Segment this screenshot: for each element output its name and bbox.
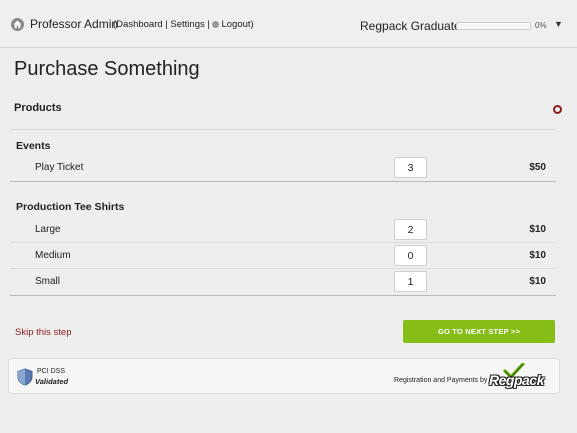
separator: | [204, 19, 213, 30]
quantity-input[interactable] [394, 271, 427, 292]
row-divider [10, 268, 556, 269]
product-price: $10 [529, 224, 546, 235]
progress-text: 0% [535, 21, 547, 30]
product-label: Medium [35, 250, 71, 261]
product-label: Play Ticket [35, 162, 84, 173]
pci-label: PCI DSS [37, 368, 66, 375]
section-divider [10, 295, 556, 296]
product-price: $50 [529, 162, 546, 173]
page-title: Purchase Something [14, 58, 200, 80]
status-circle-icon [553, 105, 562, 114]
chevron-down-icon[interactable]: ▼ [554, 19, 563, 29]
product-row-small: Small $10 [10, 270, 556, 296]
home-icon[interactable] [11, 18, 24, 31]
products-header: Products [14, 102, 62, 114]
regpack-logo[interactable]: Regpack [485, 363, 555, 391]
skip-step-link[interactable]: Skip this step [15, 327, 72, 338]
security-footer: PCI DSS Validated Registration and Payme… [8, 358, 560, 394]
quantity-input[interactable] [394, 157, 427, 178]
section-title-tee-shirts: Production Tee Shirts [16, 201, 125, 213]
next-step-button[interactable]: GO TO NEXT STEP >> [403, 320, 555, 343]
section-divider [10, 181, 556, 182]
quantity-input[interactable] [394, 245, 427, 266]
product-label: Large [35, 224, 61, 235]
row-divider [10, 242, 556, 243]
powered-by-text: Registration and Payments by [394, 377, 488, 384]
settings-link[interactable]: Settings [170, 19, 204, 30]
paren-close: ) [250, 19, 254, 30]
user-name: Professor Admin [30, 17, 119, 31]
product-row-large: Large $10 [10, 218, 556, 244]
divider [10, 129, 556, 130]
user-links: (Dashboard | Settings | Logout) [113, 19, 254, 30]
top-bar: Professor Admin (Dashboard | Settings | … [0, 0, 577, 48]
logout-icon [212, 21, 220, 28]
dashboard-link[interactable]: Dashboard [116, 19, 162, 30]
shield-icon [17, 368, 33, 386]
pci-validated-label: Validated [35, 377, 69, 386]
product-row-play-ticket: Play Ticket $50 [10, 156, 556, 182]
brand-name: Regpack [489, 372, 544, 388]
quantity-input[interactable] [394, 219, 427, 240]
section-title-events: Events [16, 140, 51, 152]
course-name: Regpack Graduate [360, 19, 461, 33]
product-row-medium: Medium $10 [10, 244, 556, 270]
progress-bar [456, 22, 531, 30]
product-price: $10 [529, 250, 546, 261]
product-label: Small [35, 276, 61, 287]
logout-link[interactable]: Logout [221, 19, 250, 30]
product-price: $10 [529, 276, 546, 287]
